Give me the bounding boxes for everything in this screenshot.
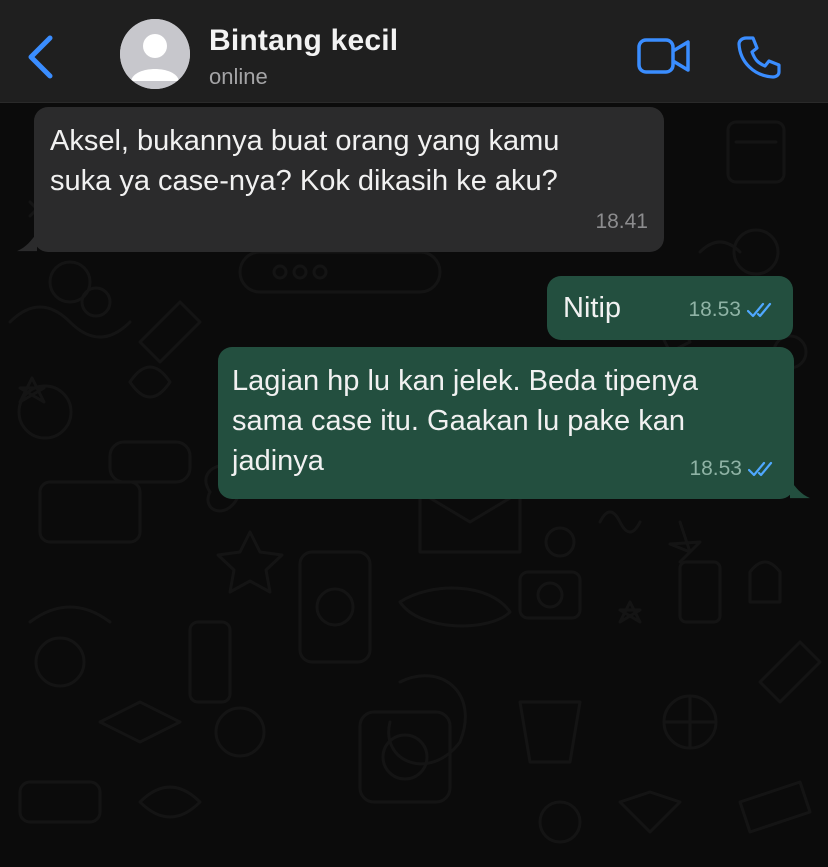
video-camera-icon: [637, 38, 690, 74]
phone-icon: [737, 36, 781, 79]
message-meta: 18.41: [595, 202, 648, 242]
default-avatar-icon: [120, 19, 190, 89]
message-bubble-outgoing[interactable]: Nitip 18.53: [547, 276, 793, 340]
message-meta: 18.53: [689, 449, 778, 489]
bubble-tail-outgoing: [790, 479, 810, 499]
chat-header: Bintang kecil online: [0, 0, 828, 103]
message-meta: 18.53: [688, 290, 777, 330]
voice-call-button[interactable]: [736, 34, 782, 80]
message-list[interactable]: Aksel, bukannya buat orang yang kamu suk…: [0, 102, 828, 867]
contact-status: online: [209, 64, 268, 89]
video-call-button[interactable]: [636, 36, 692, 76]
double-check-read-icon: [747, 302, 772, 318]
avatar[interactable]: [120, 19, 190, 89]
message-bubble-incoming[interactable]: Aksel, bukannya buat orang yang kamu suk…: [34, 107, 664, 252]
chevron-left-icon: [28, 35, 53, 79]
contact-name[interactable]: Bintang kecil: [209, 24, 398, 58]
back-button[interactable]: [22, 34, 58, 80]
message-bubble-outgoing[interactable]: Lagian hp lu kan jelek. Beda tipenya sam…: [218, 347, 794, 499]
bubble-tail-incoming: [17, 232, 37, 252]
double-check-read-icon: [748, 461, 773, 477]
message-time: 18.53: [688, 298, 741, 321]
message-text: Aksel, bukannya buat orang yang kamu suk…: [50, 125, 560, 197]
message-time: 18.53: [689, 457, 742, 480]
message-time: 18.41: [595, 210, 648, 233]
chat-screen: Bintang kecil online Aksel, bukannya bua…: [0, 0, 828, 867]
